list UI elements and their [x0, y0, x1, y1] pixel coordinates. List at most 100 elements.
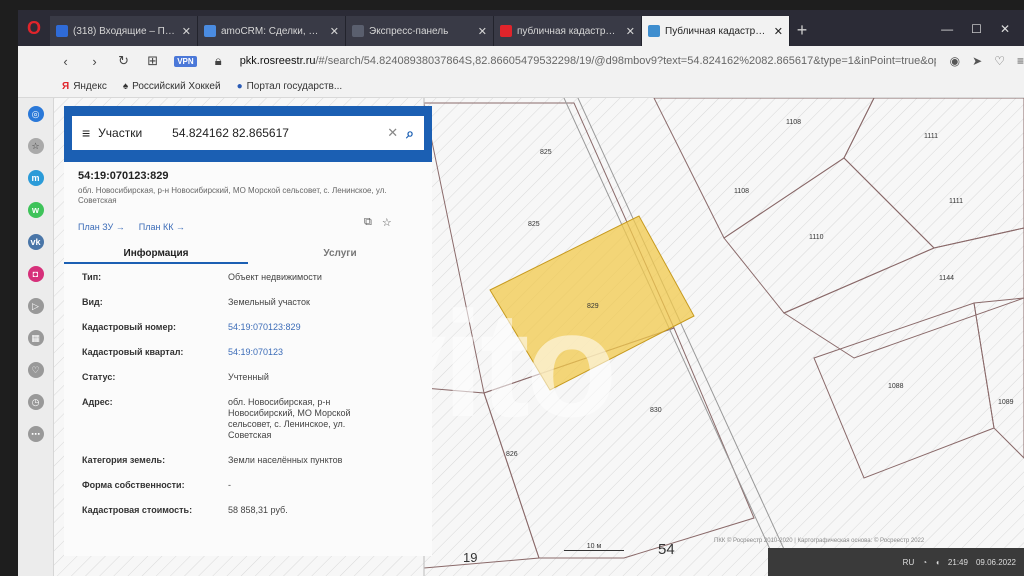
yandex-icon [500, 25, 512, 37]
browser-tab-active[interactable]: Публичная кадастровая ✕ [642, 16, 790, 46]
forward-icon[interactable]: › [87, 54, 102, 69]
apps-icon[interactable]: ▦ [27, 330, 44, 346]
grid-icon [352, 25, 364, 37]
parcel-label: 1108 [786, 119, 801, 126]
send-icon[interactable]: ➤ [972, 54, 982, 68]
share-icon[interactable]: ⧉ [364, 216, 372, 229]
address-bar-actions: ◉ ➤ ♡ ≡ [950, 54, 1024, 68]
browser-tab[interactable]: amoCRM: Сделки, АВС-Д ✕ [198, 16, 346, 46]
home-icon[interactable]: ◎ [27, 106, 44, 122]
bookmark-item[interactable]: ♠ Российский Хоккей [123, 81, 221, 92]
lock-icon: 🔒︎ [214, 53, 222, 68]
instagram-icon[interactable]: ◘ [27, 266, 44, 282]
parcel-attributes: Тип: Объект недвижимости Вид: Земельный уч… [64, 272, 432, 530]
more-icon[interactable]: ⋯ [27, 426, 44, 442]
vpn-badge[interactable]: VPN [174, 55, 197, 67]
search-input[interactable]: 54.824162 82.865617 [172, 126, 379, 140]
search-icon[interactable]: ⌕ [406, 125, 414, 142]
attr-row: Вид: Земельный участок [82, 297, 310, 307]
close-icon[interactable]: ✕ [182, 25, 191, 38]
parcel-address-short: обл. Новосибирская, р-н Новосибирский, М… [78, 186, 387, 205]
clock-date[interactable]: 09.06.2022 [976, 558, 1016, 567]
parcel-label: 830 [650, 407, 662, 414]
heart-icon[interactable]: ♡ [994, 54, 1005, 68]
plan-kk-link[interactable]: План КК → [139, 222, 185, 232]
volume-icon[interactable]: ◖ [935, 558, 940, 567]
cadastral-map[interactable]: 825 825 829 830 826 1108 1108 1110 1111 … [54, 98, 1024, 576]
bookmark-item[interactable]: Я Яндекс [62, 81, 107, 92]
cadastral-quarter-link[interactable]: 54:19:070123 [228, 347, 388, 358]
panel-actions: ⧉ ☆ [364, 216, 392, 229]
sheet-number: 19 [463, 550, 478, 565]
attr-row: Форма собственности: - [82, 480, 231, 490]
os-taskbar: RU ◔ ◖ 21:49 09.06.2022 [768, 548, 1024, 576]
camera-icon[interactable]: ◉ [950, 54, 960, 68]
whatsapp-icon[interactable]: w [27, 202, 44, 218]
star-icon[interactable]: ☆ [27, 138, 44, 154]
bookmark-item[interactable]: ● Портал государств... [237, 81, 343, 92]
grid-icon[interactable]: ⊞ [145, 53, 160, 69]
browser-tab-bar: O (318) Входящие – Почта М ✕ amoCRM: Сде… [18, 10, 1024, 46]
plan-zu-link[interactable]: План ЗУ → [78, 222, 125, 232]
maximize-icon[interactable]: ☐ [971, 22, 982, 36]
close-icon[interactable]: ✕ [330, 25, 339, 38]
clock-time[interactable]: 21:49 [948, 558, 968, 567]
browser-tab[interactable]: (318) Входящие – Почта М ✕ [50, 16, 198, 46]
search-field: ≡ Участки 54.824162 82.865617 ✕ ⌕ [72, 116, 424, 150]
cadastral-number-link[interactable]: 54:19:070123:829 [228, 322, 388, 333]
address-bar: ‹ › ↻ ⊞ VPN 🔒︎ pkk.rosreestr.ru/#/search… [18, 46, 1024, 76]
info-panel: ≡ Участки 54.824162 82.865617 ✕ ⌕ 54:19:… [64, 106, 432, 556]
parcel-label: 829 [587, 303, 599, 310]
favorite-star-icon[interactable]: ☆ [382, 216, 392, 229]
browser-tab[interactable]: Экспресс-панель ✕ [346, 16, 494, 46]
clear-icon[interactable]: ✕ [387, 125, 398, 141]
close-icon[interactable]: ✕ [478, 25, 487, 38]
back-icon[interactable]: ‹ [58, 54, 73, 69]
browser-tab[interactable]: публичная кадастровая ✕ [494, 16, 642, 46]
minimize-icon[interactable]: — [941, 22, 953, 36]
amocrm-icon [204, 25, 216, 37]
mail-icon [56, 25, 68, 37]
close-icon[interactable]: ✕ [626, 25, 635, 38]
parcel-title: 54:19:070123:829 [78, 170, 169, 182]
vk-icon[interactable]: vk [27, 234, 44, 250]
parcel-label: 1111 [949, 198, 963, 205]
new-tab-button[interactable]: + [790, 16, 814, 46]
parcel-label: 1108 [734, 188, 749, 195]
play-icon[interactable]: ▷ [27, 298, 44, 314]
sheet-number: 54 [658, 541, 675, 558]
close-window-icon[interactable]: ✕ [1000, 22, 1010, 36]
opera-sidebar: ◎ ☆ m w vk ◘ ▷ ▦ ♡ ◷ ⋯ [18, 98, 54, 576]
screen: O (318) Входящие – Почта М ✕ amoCRM: Сде… [18, 10, 1024, 576]
hockey-icon: ♠ [122, 81, 129, 92]
messenger-icon[interactable]: m [27, 170, 44, 186]
attr-row: Кадастровый номер: 54:19:070123:829 [64, 322, 432, 333]
yandex-icon: Я [62, 81, 70, 92]
search-category-select[interactable]: Участки [98, 126, 164, 140]
parcel-label: 1111 [924, 133, 938, 140]
close-icon[interactable]: ✕ [774, 25, 783, 38]
bookmarks-bar: Я Яндекс ♠ Российский Хоккей ● Портал го… [18, 76, 1024, 98]
menu-icon[interactable]: ≡ [82, 125, 90, 141]
heart-icon[interactable]: ♡ [27, 362, 44, 378]
menu-icon[interactable]: ≡ [1017, 54, 1024, 68]
window-controls: — ☐ ✕ [941, 22, 1024, 46]
tab-information[interactable]: Информация [64, 244, 248, 264]
network-icon[interactable]: ◔ [922, 558, 927, 567]
tab-services[interactable]: Услуги [248, 244, 432, 264]
plan-links: План ЗУ → План КК → [78, 222, 185, 232]
parcel-label: 1089 [998, 399, 1014, 406]
map-copyright: ПКК © Росреестр 2010-2020 | Картографиче… [714, 538, 925, 544]
attr-row: Кадастровый квартал: 54:19:070123 [64, 347, 432, 358]
history-icon[interactable]: ◷ [27, 394, 44, 410]
gosuslugi-icon: ● [236, 81, 243, 92]
opera-logo-icon[interactable]: O [18, 10, 50, 46]
attr-row: Адрес: обл. Новосибирская, р-н Новосибирс… [82, 397, 351, 440]
attr-row: Статус: Учтенный [82, 372, 269, 382]
parcel-label: 826 [506, 451, 518, 458]
parcel-label: 1110 [809, 234, 824, 241]
rosreestr-icon [648, 25, 660, 37]
url-field[interactable]: pkk.rosreestr.ru/#/search/54.82408938037… [240, 55, 936, 67]
reload-icon[interactable]: ↻ [116, 53, 131, 69]
language-indicator[interactable]: RU [903, 558, 915, 567]
